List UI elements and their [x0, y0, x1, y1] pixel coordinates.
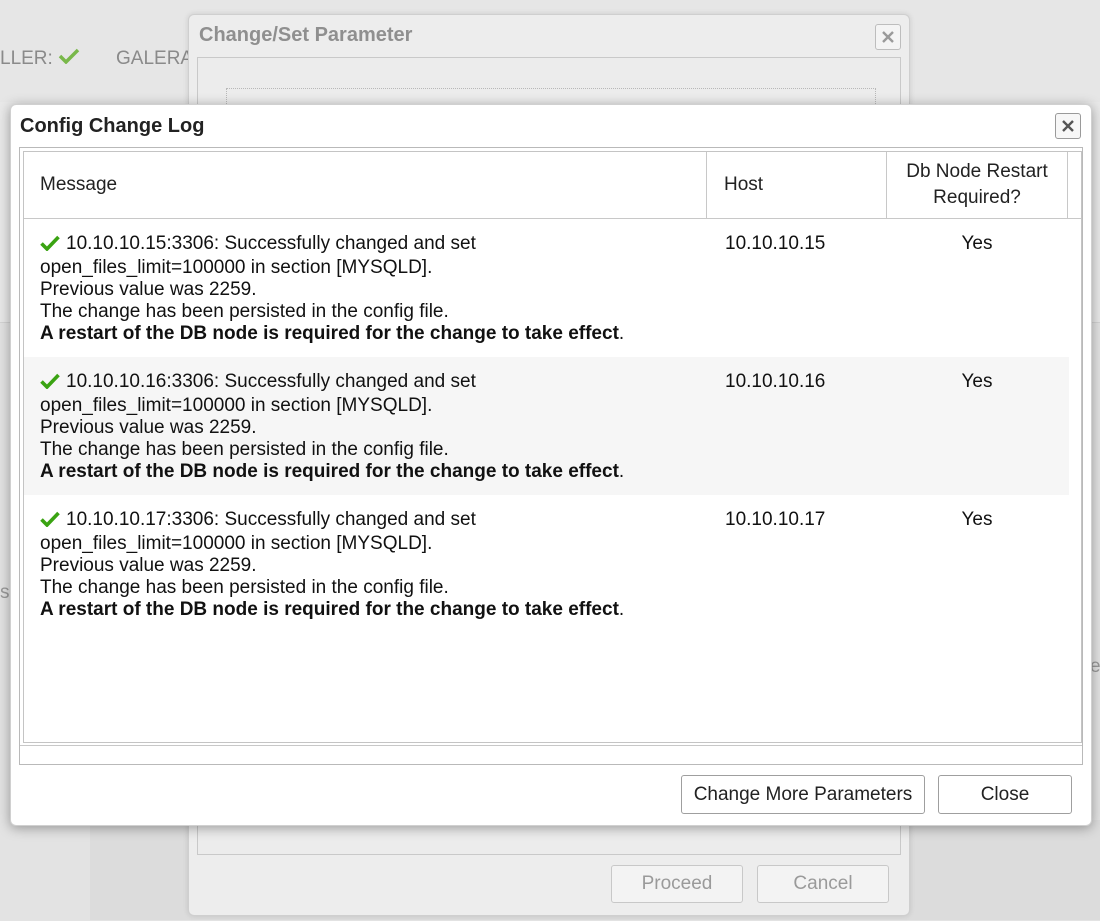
- message-line: A restart of the DB node is required for…: [40, 461, 710, 483]
- background-text-fragment: s: [0, 582, 10, 603]
- table-row[interactable]: 10.10.10.17:3306: Successfully changed a…: [24, 495, 1069, 633]
- proceed-button[interactable]: Proceed: [611, 865, 743, 903]
- close-icon[interactable]: [1055, 113, 1081, 139]
- restart-required-cell: Yes: [961, 509, 993, 530]
- controller-status-label: LLER:: [0, 48, 53, 69]
- table-row[interactable]: 10.10.10.16:3306: Successfully changed a…: [24, 357, 1069, 495]
- message-text: 10.10.10.16:3306: Successfully changed a…: [66, 371, 476, 392]
- table-header: Message Host Db Node Restart Required?: [24, 152, 1081, 219]
- message-cell: 10.10.10.17:3306: Successfully changed a…: [40, 509, 710, 621]
- change-log-panel: Message Host Db Node Restart Required? 1…: [19, 147, 1083, 765]
- message-line: Previous value was 2259.: [40, 417, 257, 438]
- check-icon: [40, 373, 62, 395]
- message-line: 10.10.10.17:3306: Successfully changed a…: [40, 509, 710, 533]
- cancel-button[interactable]: Cancel: [757, 865, 889, 903]
- restart-warning: A restart of the DB node is required for…: [40, 323, 619, 344]
- message-line: A restart of the DB node is required for…: [40, 323, 710, 345]
- table-footer: [20, 745, 1082, 764]
- message-line: Previous value was 2259.: [40, 555, 257, 576]
- change-more-parameters-button[interactable]: Change More Parameters: [681, 775, 925, 814]
- message-cell: 10.10.10.16:3306: Successfully changed a…: [40, 371, 710, 483]
- message-line: Previous value was 2259.: [40, 279, 257, 300]
- message-line: A restart of the DB node is required for…: [40, 599, 710, 621]
- restart-warning: A restart of the DB node is required for…: [40, 599, 619, 620]
- message-line: The change has been persisted in the con…: [40, 577, 449, 598]
- close-icon[interactable]: [875, 24, 901, 50]
- config-change-log-dialog: Config Change Log Message Host Db Node R…: [10, 104, 1092, 826]
- restart-required-cell: Yes: [961, 233, 993, 254]
- table-row[interactable]: 10.10.10.15:3306: Successfully changed a…: [24, 219, 1069, 357]
- message-text: 10.10.10.17:3306: Successfully changed a…: [66, 509, 476, 530]
- message-line: The change has been persisted in the con…: [40, 439, 449, 460]
- message-text: 10.10.10.15:3306: Successfully changed a…: [66, 233, 476, 254]
- message-line: open_files_limit=100000 in section [MYSQ…: [40, 395, 433, 416]
- check-icon: [40, 235, 62, 257]
- check-icon: [40, 511, 62, 533]
- change-log-table[interactable]: Message Host Db Node Restart Required? 1…: [23, 151, 1082, 743]
- close-button[interactable]: Close: [938, 775, 1072, 814]
- check-icon: [58, 48, 80, 69]
- host-cell: 10.10.10.17: [725, 509, 826, 530]
- restart-required-cell: Yes: [961, 371, 993, 392]
- cluster-status-controller: LLER:: [0, 48, 80, 70]
- message-line: The change has been persisted in the con…: [40, 301, 449, 322]
- message-line: 10.10.10.15:3306: Successfully changed a…: [40, 233, 710, 257]
- host-cell: 10.10.10.15: [725, 233, 826, 254]
- message-line: open_files_limit=100000 in section [MYSQ…: [40, 533, 433, 554]
- restart-warning-end: .: [618, 599, 625, 620]
- message-line: 10.10.10.16:3306: Successfully changed a…: [40, 371, 710, 395]
- message-line: open_files_limit=100000 in section [MYSQ…: [40, 257, 433, 278]
- host-cell: 10.10.10.16: [725, 371, 826, 392]
- galera-status-label: GALERA: [116, 48, 194, 69]
- restart-warning-end: .: [618, 461, 625, 482]
- column-header-message[interactable]: Message: [40, 152, 700, 218]
- restart-warning-end: .: [618, 323, 625, 344]
- column-divider: [1067, 152, 1068, 218]
- message-cell: 10.10.10.15:3306: Successfully changed a…: [40, 233, 710, 345]
- column-divider: [706, 152, 707, 218]
- back-dialog-title: Change/Set Parameter: [199, 24, 413, 46]
- restart-warning: A restart of the DB node is required for…: [40, 461, 619, 482]
- column-header-restart-required[interactable]: Db Node Restart Required?: [887, 152, 1067, 218]
- dialog-title: Config Change Log: [20, 115, 205, 137]
- column-header-host[interactable]: Host: [724, 152, 874, 218]
